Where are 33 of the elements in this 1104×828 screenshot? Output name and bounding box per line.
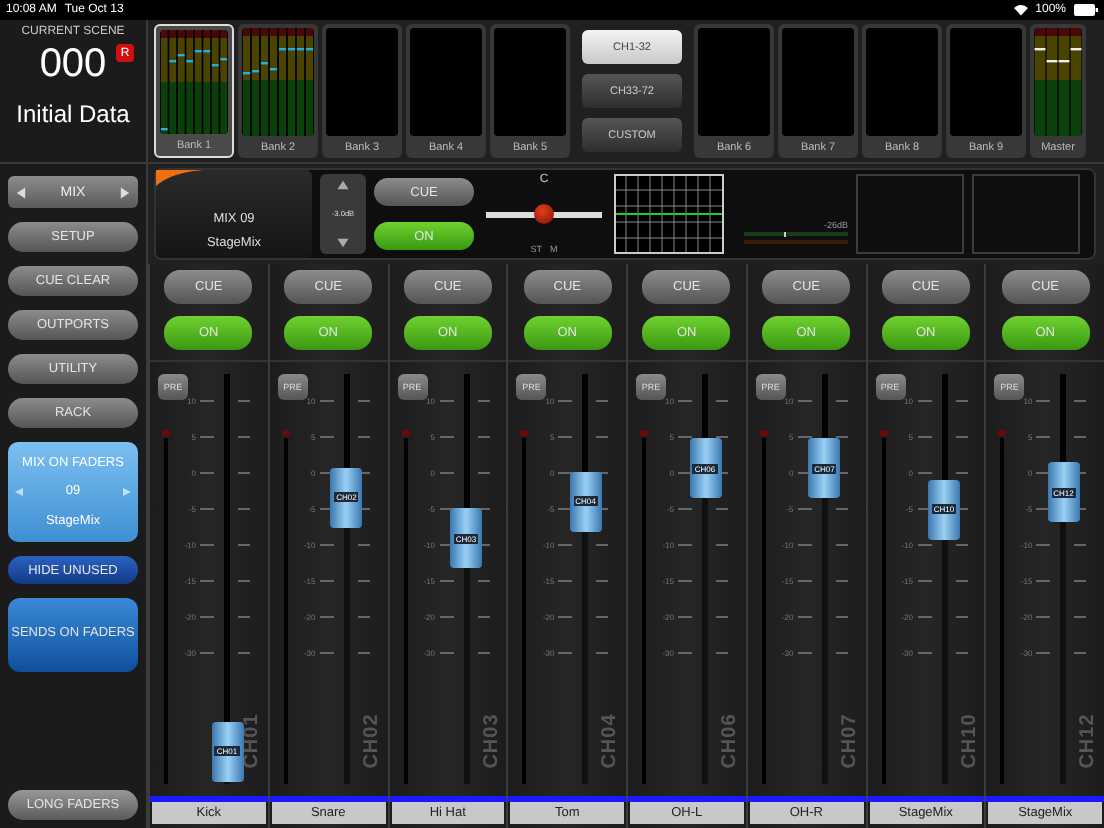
- wifi-icon: [1013, 4, 1028, 16]
- empty-display: [856, 174, 964, 254]
- right-arrow-icon[interactable]: [117, 185, 132, 199]
- scene-number: 000: [39, 42, 107, 88]
- peak-indicator: [879, 430, 887, 436]
- bank-screen: [698, 28, 770, 136]
- bank-screen: [326, 28, 398, 136]
- empty-display: [972, 174, 1080, 254]
- peak-indicator: [998, 430, 1007, 436]
- corner-accent-icon: [156, 170, 204, 186]
- peak-indicator: [162, 430, 170, 436]
- up-arrow-icon[interactable]: [336, 178, 350, 192]
- down-arrow-icon[interactable]: [336, 236, 350, 250]
- channel-id: CH07: [838, 713, 861, 769]
- bank-screen: [782, 28, 854, 136]
- channel-id: CH03: [479, 713, 502, 769]
- scene-name: Initial Data: [16, 100, 130, 128]
- pan-knob[interactable]: [534, 204, 554, 224]
- peak-indicator: [520, 430, 529, 436]
- eq-graph-drawing: [614, 174, 724, 254]
- peak-indicator: [640, 430, 648, 436]
- bank-screen: [494, 28, 566, 136]
- bank-screen: [410, 28, 482, 136]
- channel-id: CH10: [957, 713, 980, 769]
- bank-screen: [866, 28, 938, 136]
- peak-indicator: [281, 430, 290, 436]
- battery-icon: [1074, 4, 1098, 16]
- peak-indicator: [401, 430, 409, 436]
- channel-id: CH12: [1077, 713, 1100, 769]
- left-arrow-icon[interactable]: [14, 185, 28, 199]
- level-meter-drawing: [744, 232, 848, 244]
- peak-indicator: [759, 430, 768, 436]
- bank-screen: [950, 28, 1022, 136]
